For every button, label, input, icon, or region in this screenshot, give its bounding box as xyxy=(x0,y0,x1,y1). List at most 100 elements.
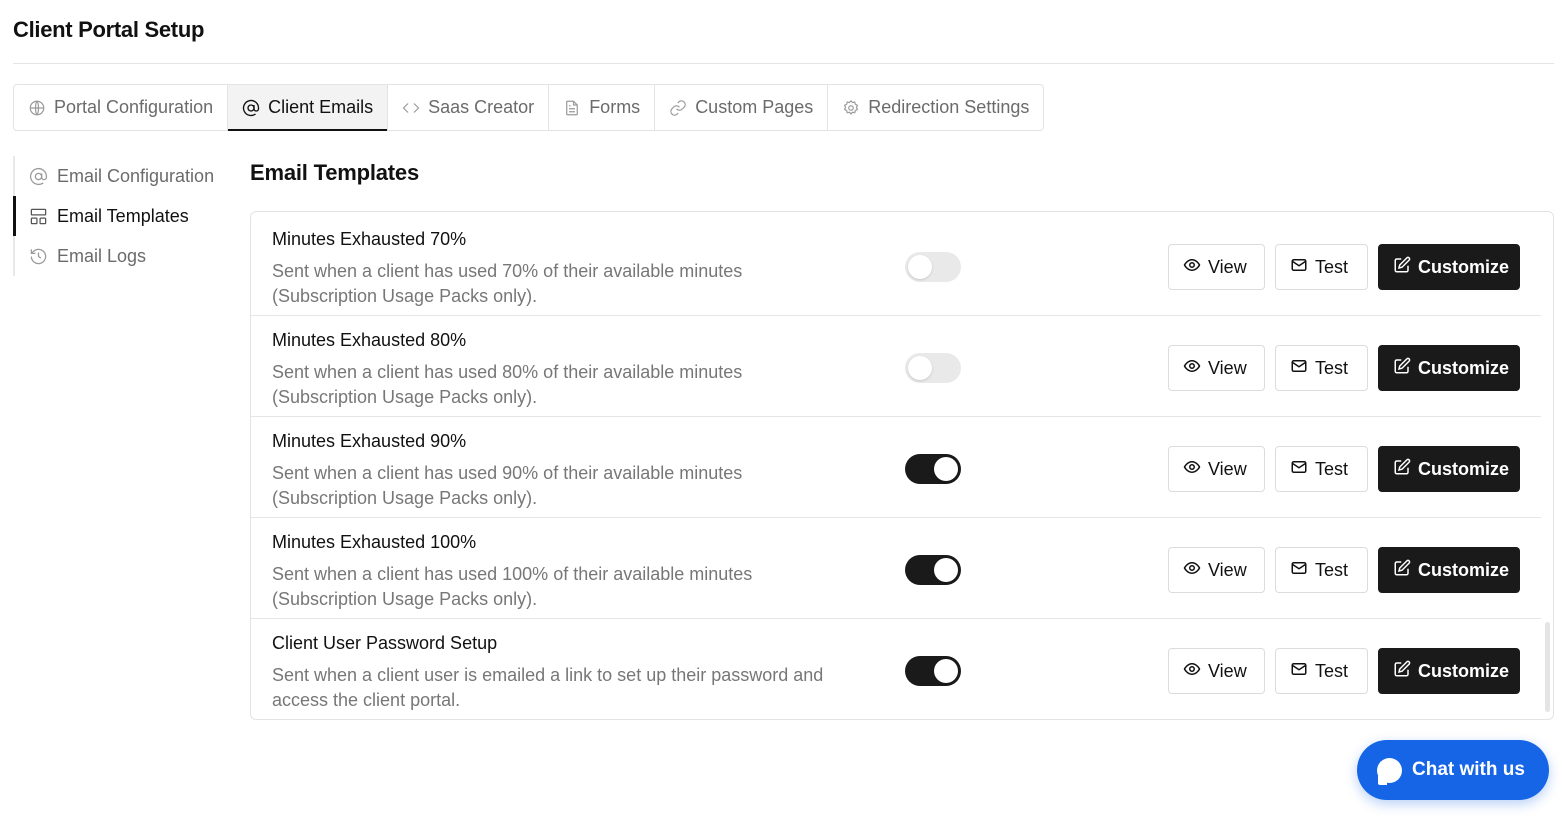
edit-icon xyxy=(1393,357,1411,380)
email-sidenav: Email Configuration Email Templates Emai… xyxy=(13,156,228,276)
layout-icon xyxy=(29,207,48,226)
scrollbar[interactable] xyxy=(1545,622,1550,712)
customize-button[interactable]: Customize xyxy=(1378,547,1520,593)
customize-label: Customize xyxy=(1418,660,1510,681)
view-button[interactable]: View xyxy=(1168,648,1265,694)
toggle-knob xyxy=(908,356,932,380)
tab-client-emails[interactable]: Client Emails xyxy=(228,85,389,131)
tab-saas-creator[interactable]: Saas Creator xyxy=(388,85,550,130)
eye-icon xyxy=(1183,660,1201,683)
description-line: Sent when a client has used 70% of their… xyxy=(272,261,743,281)
test-label: Test xyxy=(1315,357,1349,378)
sidebar-item-label: Email Templates xyxy=(57,205,189,226)
test-label: Test xyxy=(1315,559,1349,580)
customize-button[interactable]: Customize xyxy=(1378,446,1520,492)
template-description: Sent when a client has used 70% of their… xyxy=(272,259,862,309)
view-label: View xyxy=(1208,357,1247,378)
edit-icon xyxy=(1393,256,1411,279)
test-button[interactable]: Test xyxy=(1275,446,1368,492)
view-button[interactable]: View xyxy=(1168,547,1265,593)
sidebar-item-label: Email Logs xyxy=(57,245,147,266)
description-line: Sent when a client has used 100% of thei… xyxy=(272,564,753,584)
enable-toggle[interactable] xyxy=(905,656,961,686)
edit-icon xyxy=(1393,458,1411,481)
template-name: Client User Password Setup xyxy=(272,633,498,653)
enable-toggle[interactable] xyxy=(905,353,961,383)
description-line: Sent when a client has used 90% of their… xyxy=(272,463,743,483)
mail-icon xyxy=(1290,458,1308,481)
tab-label: Saas Creator xyxy=(428,97,535,117)
description-line: (Subscription Usage Packs only). xyxy=(272,488,538,508)
toggle-knob xyxy=(934,558,958,582)
template-row: Client User Password Setup Sent when a c… xyxy=(251,619,1541,719)
section-title: Email Templates xyxy=(250,160,419,185)
tab-portal-configuration[interactable]: Portal Configuration xyxy=(14,85,229,130)
view-button[interactable]: View xyxy=(1168,345,1265,391)
edit-icon xyxy=(1393,660,1411,683)
eye-icon xyxy=(1183,559,1201,582)
customize-button[interactable]: Customize xyxy=(1378,648,1520,694)
globe-icon xyxy=(28,99,46,117)
mail-icon xyxy=(1290,357,1308,380)
test-button[interactable]: Test xyxy=(1275,345,1368,391)
tab-redirection-settings[interactable]: Redirection Settings xyxy=(828,85,1043,130)
description-line: (Subscription Usage Packs only). xyxy=(272,589,538,609)
customize-label: Customize xyxy=(1418,357,1510,378)
sidebar-item-email-templates[interactable]: Email Templates xyxy=(13,196,228,236)
view-label: View xyxy=(1208,256,1247,277)
tab-label: Portal Configuration xyxy=(54,97,214,117)
sidebar-item-email-configuration[interactable]: Email Configuration xyxy=(13,156,228,196)
enable-toggle[interactable] xyxy=(905,454,961,484)
document-icon xyxy=(563,99,581,117)
test-button[interactable]: Test xyxy=(1275,547,1368,593)
template-row: Minutes Exhausted 80% Sent when a client… xyxy=(251,316,1541,417)
sidebar-item-email-logs[interactable]: Email Logs xyxy=(13,236,228,276)
at-sign-icon xyxy=(29,167,48,186)
description-line: (Subscription Usage Packs only). xyxy=(272,387,538,407)
eye-icon xyxy=(1183,357,1201,380)
customize-button[interactable]: Customize xyxy=(1378,244,1520,290)
view-button[interactable]: View xyxy=(1168,446,1265,492)
tab-label: Custom Pages xyxy=(695,97,814,117)
description-line: access the client portal. xyxy=(272,690,461,710)
template-description: Sent when a client user is emailed a lin… xyxy=(272,663,862,713)
test-button[interactable]: Test xyxy=(1275,648,1368,694)
customize-label: Customize xyxy=(1418,559,1510,580)
mail-icon xyxy=(1290,256,1308,279)
chat-label: Chat with us xyxy=(1412,759,1525,780)
template-name: Minutes Exhausted 90% xyxy=(272,431,467,451)
tab-forms[interactable]: Forms xyxy=(549,85,656,130)
tab-label: Forms xyxy=(589,97,641,117)
gear-icon xyxy=(842,99,860,117)
view-label: View xyxy=(1208,660,1247,681)
tab-custom-pages[interactable]: Custom Pages xyxy=(655,85,829,130)
customize-label: Customize xyxy=(1418,458,1510,479)
chat-button[interactable]: Chat with us xyxy=(1357,740,1549,800)
description-line: Sent when a client user is emailed a lin… xyxy=(272,665,824,685)
description-line: (Subscription Usage Packs only). xyxy=(272,286,538,306)
eye-icon xyxy=(1183,458,1201,481)
template-list: Minutes Exhausted 70% Sent when a client… xyxy=(250,211,1554,720)
eye-icon xyxy=(1183,256,1201,279)
description-line: Sent when a client has used 80% of their… xyxy=(272,362,743,382)
test-button[interactable]: Test xyxy=(1275,244,1368,290)
template-description: Sent when a client has used 80% of their… xyxy=(272,360,862,410)
sidebar-item-label: Email Configuration xyxy=(57,165,215,186)
mail-icon xyxy=(1290,559,1308,582)
customize-button[interactable]: Customize xyxy=(1378,345,1520,391)
template-description: Sent when a client has used 90% of their… xyxy=(272,461,862,511)
view-button[interactable]: View xyxy=(1168,244,1265,290)
template-description: Sent when a client has used 100% of thei… xyxy=(272,562,862,612)
template-row: Minutes Exhausted 100% Sent when a clien… xyxy=(251,518,1541,619)
customize-label: Customize xyxy=(1418,256,1510,277)
enable-toggle[interactable] xyxy=(905,252,961,282)
enable-toggle[interactable] xyxy=(905,555,961,585)
test-label: Test xyxy=(1315,256,1349,277)
mail-icon xyxy=(1290,660,1308,683)
tab-label: Client Emails xyxy=(268,97,374,117)
tab-label: Redirection Settings xyxy=(868,97,1030,117)
template-row: Minutes Exhausted 70% Sent when a client… xyxy=(251,215,1541,316)
template-row: Minutes Exhausted 90% Sent when a client… xyxy=(251,417,1541,518)
edit-icon xyxy=(1393,559,1411,582)
template-name: Minutes Exhausted 80% xyxy=(272,330,467,350)
